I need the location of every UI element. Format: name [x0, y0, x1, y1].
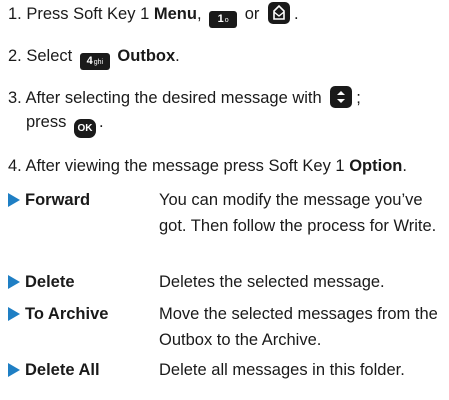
- key-1-icon: 1o: [209, 11, 238, 28]
- outbox-label: Outbox: [117, 47, 176, 65]
- message-key-icon: [267, 2, 290, 24]
- period: .: [175, 47, 180, 65]
- arrow-icon: [8, 363, 20, 377]
- step-2: 2. Select 4ghi Outbox.: [8, 45, 180, 70]
- step-text: press: [26, 113, 67, 131]
- option-description: You can modify the message you’ve got. T…: [159, 191, 437, 235]
- key-1-sub: o: [224, 17, 229, 24]
- step-1: 1. Press Soft Key 1 Menu, 1o or .: [8, 2, 299, 28]
- arrow-icon: [8, 193, 20, 207]
- option-name: Delete: [25, 273, 75, 291]
- step-text: After viewing the message press Soft Key…: [25, 157, 350, 175]
- option-label: Option: [349, 157, 403, 175]
- step-text: Select: [26, 47, 73, 65]
- navigation-key-icon: [330, 86, 353, 108]
- step-number: 2.: [8, 47, 22, 65]
- option-description: Delete all messages in this folder.: [159, 361, 405, 379]
- arrow-icon: [8, 307, 20, 321]
- semicolon: ;: [356, 89, 361, 107]
- key-1-digit: 1: [217, 13, 224, 25]
- step-number: 4.: [8, 157, 22, 175]
- arrow-icon: [8, 275, 20, 289]
- menu-label: Menu: [153, 5, 197, 23]
- option-description: Move the selected messages from the Outb…: [159, 305, 438, 349]
- step-text: After selecting the desired message with: [25, 89, 322, 107]
- period: .: [293, 5, 299, 23]
- step-number: 3.: [8, 89, 22, 107]
- option-description: Deletes the selected message.: [159, 273, 385, 291]
- key-4-digit: 4: [86, 55, 93, 67]
- separator: ,: [196, 5, 202, 23]
- option-name: To Archive: [25, 305, 109, 323]
- option-name: Delete All: [25, 361, 100, 379]
- option-name: Forward: [25, 191, 91, 209]
- step-text: Press Soft Key 1: [26, 5, 154, 23]
- key-4-icon: 4ghi: [79, 53, 110, 70]
- period: .: [402, 157, 407, 175]
- step-3: 3. After selecting the desired message w…: [8, 86, 361, 110]
- step-number: 1.: [8, 5, 22, 23]
- ok-key-icon: OK: [73, 119, 96, 138]
- period: .: [98, 113, 104, 131]
- step-4: 4. After viewing the message press Soft …: [8, 155, 407, 178]
- key-4-sub: ghi: [93, 59, 104, 66]
- step-3-line-2: press OK.: [26, 111, 104, 138]
- or-text: or: [244, 5, 260, 23]
